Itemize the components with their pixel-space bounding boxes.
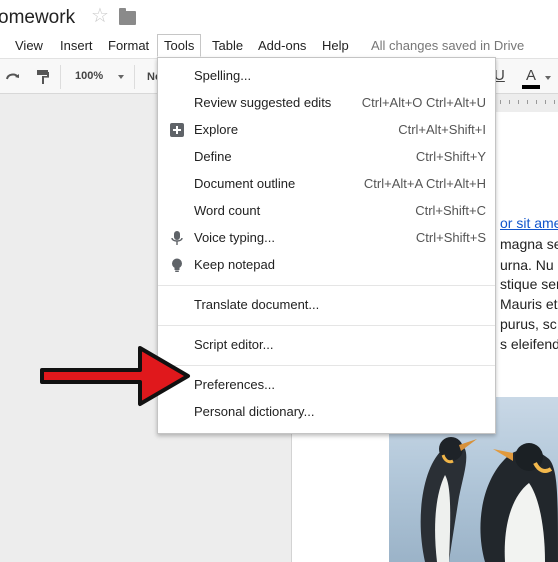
- menu-table[interactable]: Table: [206, 36, 249, 55]
- document-text-line: purus, sc: [500, 316, 557, 332]
- menu-item-label: Explore: [194, 122, 239, 137]
- menu-format[interactable]: Format: [102, 36, 155, 55]
- menu-item-review-suggested-edits[interactable]: Review suggested edits Ctrl+Alt+O Ctrl+A…: [158, 90, 495, 117]
- menu-item-shortcut: Ctrl+Alt+Shift+I: [398, 122, 486, 137]
- explore-icon: [170, 123, 184, 137]
- menu-item-label: Document outline: [194, 176, 296, 191]
- document-text-line: Mauris et: [500, 296, 558, 312]
- menu-item-shortcut: Ctrl+Shift+C: [415, 203, 486, 218]
- menu-item-label: Review suggested edits: [194, 95, 332, 110]
- document-text-line: magna se: [500, 236, 558, 252]
- text-color-letter: A: [526, 67, 537, 84]
- menu-item-shortcut: Ctrl+Shift+Y: [415, 149, 486, 164]
- menu-item-shortcut: Ctrl+Alt+O Ctrl+Alt+U: [361, 95, 486, 110]
- menu-item-preferences[interactable]: Preferences...: [158, 372, 495, 399]
- document-link[interactable]: or sit ame: [500, 215, 558, 231]
- zoom-value: 100%: [75, 70, 104, 82]
- document-text-line: stique ser: [500, 276, 558, 292]
- menu-item-voice-typing[interactable]: Voice typing... Ctrl+Shift+S: [158, 225, 495, 252]
- menu-item-document-outline[interactable]: Document outline Ctrl+Alt+A Ctrl+Alt+H: [158, 171, 495, 198]
- menu-item-label: Keep notepad: [194, 257, 275, 272]
- lightbulb-icon: [172, 258, 182, 272]
- zoom-select[interactable]: 100%: [66, 65, 128, 89]
- chevron-down-icon: [118, 75, 124, 79]
- menu-tools[interactable]: Tools: [157, 34, 202, 57]
- document-title[interactable]: omework: [0, 7, 75, 29]
- star-icon[interactable]: ☆: [91, 6, 109, 26]
- menu-item-define[interactable]: Define Ctrl+Shift+Y: [158, 144, 495, 171]
- paint-format-icon[interactable]: [36, 69, 50, 85]
- menu-item-spelling[interactable]: Spelling...: [158, 63, 495, 90]
- folder-icon[interactable]: [119, 8, 136, 25]
- menu-separator: [158, 325, 495, 326]
- menu-item-label: Preferences...: [194, 377, 275, 392]
- tools-menu: Spelling... Review suggested edits Ctrl+…: [157, 57, 496, 434]
- menu-view[interactable]: View: [9, 36, 49, 55]
- menu-item-shortcut: Ctrl+Alt+A Ctrl+Alt+H: [363, 176, 486, 191]
- chevron-down-icon: [545, 76, 551, 80]
- text-color-swatch: [522, 85, 540, 89]
- menu-separator: [158, 285, 495, 286]
- title-bar: omework ☆: [0, 0, 558, 34]
- red-arrow-annotation: [40, 346, 190, 406]
- menu-separator: [158, 365, 495, 366]
- menu-add-ons[interactable]: Add-ons: [252, 36, 312, 55]
- menu-item-personal-dictionary[interactable]: Personal dictionary...: [158, 399, 495, 426]
- menu-item-label: Personal dictionary...: [194, 404, 315, 419]
- menu-item-translate-document[interactable]: Translate document...: [158, 292, 495, 319]
- toolbar-separator: [60, 65, 61, 89]
- microphone-icon: [171, 231, 183, 245]
- menu-insert[interactable]: Insert: [54, 36, 99, 55]
- menu-item-shortcut: Ctrl+Shift+S: [415, 230, 486, 245]
- redo-icon[interactable]: [5, 68, 21, 84]
- save-status: All changes saved in Drive: [371, 38, 525, 53]
- document-text-line: urna. Nu: [500, 257, 554, 273]
- ruler-ticks: [500, 100, 558, 104]
- menu-item-label: Spelling...: [194, 68, 252, 83]
- menu-item-label: Word count: [194, 203, 261, 218]
- menu-item-label: Voice typing...: [194, 230, 275, 245]
- menu-item-label: Script editor...: [194, 337, 274, 352]
- menu-bar: View Insert Format Tools Table Add-ons H…: [0, 34, 558, 58]
- menu-item-script-editor[interactable]: Script editor...: [158, 332, 495, 359]
- text-color-button[interactable]: A: [520, 66, 551, 90]
- menu-item-keep-notepad[interactable]: Keep notepad: [158, 252, 495, 279]
- menu-item-explore[interactable]: Explore Ctrl+Alt+Shift+I: [158, 117, 495, 144]
- document-text-line: s eleifend.: [500, 336, 558, 352]
- menu-item-label: Define: [194, 149, 232, 164]
- menu-item-word-count[interactable]: Word count Ctrl+Shift+C: [158, 198, 495, 225]
- toolbar-separator: [134, 65, 135, 89]
- menu-help[interactable]: Help: [316, 36, 355, 55]
- menu-item-label: Translate document...: [194, 297, 320, 312]
